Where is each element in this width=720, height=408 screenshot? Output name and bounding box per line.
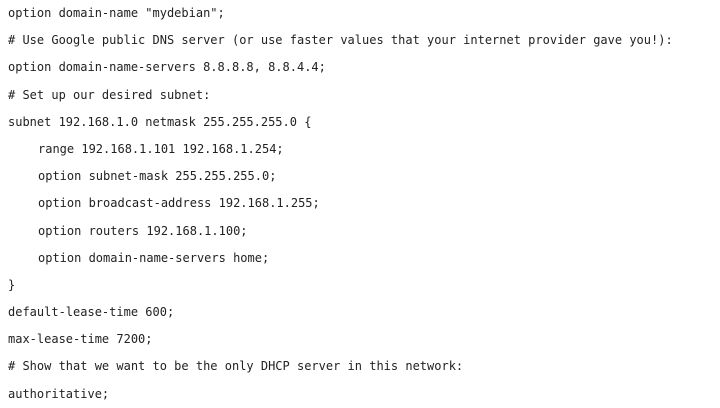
code-line-subnet-dns: option domain-name-servers home; (38, 250, 270, 265)
code-line-comment-subnet: # Set up our desired subnet: (8, 87, 211, 102)
code-line-subnet-mask: option subnet-mask 255.255.255.0; (38, 169, 277, 184)
code-line-comment-dns: # Use Google public DNS server (or use f… (8, 33, 673, 48)
code-line-comment-dhcp: # Show that we want to be the only DHCP … (8, 359, 464, 374)
code-line-range: range 192.168.1.101 192.168.1.254; (38, 141, 284, 156)
code-viewer: option domain-name "mydebian"; # Use Goo… (0, 0, 720, 408)
code-line-broadcast-address: option broadcast-address 192.168.1.255; (38, 196, 320, 211)
code-line-routers: option routers 192.168.1.100; (38, 223, 248, 238)
code-line-subnet-close: } (8, 277, 16, 292)
code-line-subnet-open: subnet 192.168.1.0 netmask 255.255.255.0… (8, 114, 312, 129)
code-line-default-lease-time: default-lease-time 600; (8, 305, 175, 320)
code-line-max-lease-time: max-lease-time 7200; (8, 332, 153, 347)
code-line-domain-name-servers: option domain-name-servers 8.8.8.8, 8.8.… (8, 60, 326, 75)
code-block: option domain-name "mydebian"; # Use Goo… (8, 0, 720, 408)
code-line-domain-name: option domain-name "mydebian"; (8, 6, 225, 20)
code-line-authoritative: authoritative; (8, 386, 110, 401)
